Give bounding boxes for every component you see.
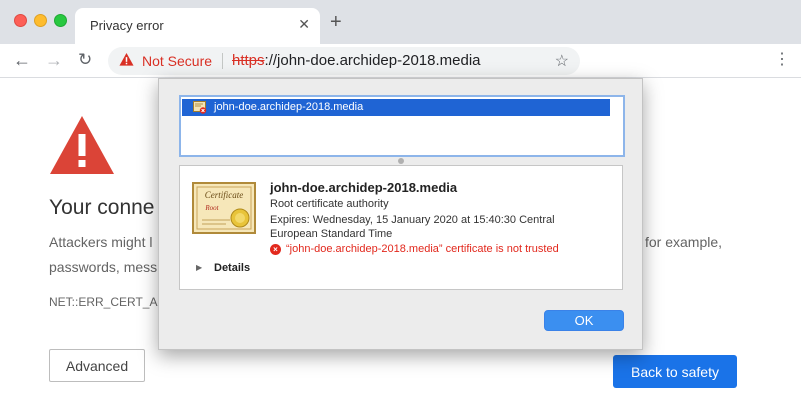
- disclosure-triangle-icon[interactable]: ▶: [196, 263, 202, 272]
- certificate-image-sub: Root: [204, 204, 219, 212]
- error-code: NET::ERR_CERT_A: [49, 295, 158, 309]
- window-minimize-button[interactable]: [34, 14, 47, 27]
- certificate-icon: Certificate Root: [192, 182, 256, 234]
- certificate-error-message: “john-doe.archidep-2018.media” certifica…: [286, 243, 559, 255]
- window-close-button[interactable]: [14, 14, 27, 27]
- error-icon: ×: [270, 244, 281, 255]
- page-title: Your conne: [49, 196, 155, 219]
- browser-window: Privacy error ✕ + ← → ↻ Not Secure https…: [0, 0, 801, 410]
- ok-button[interactable]: OK: [544, 310, 624, 331]
- address-bar[interactable]: Not Secure https://john-doe.archidep-201…: [108, 47, 580, 75]
- page-body-line-2: passwords, mess: [49, 259, 158, 275]
- url-text[interactable]: https://john-doe.archidep-2018.media: [232, 52, 481, 69]
- star-icon[interactable]: ☆: [555, 51, 569, 71]
- certificate-details-panel: Certificate Root john-doe.archidep-2018.…: [179, 165, 623, 290]
- certificate-expiry-line-2: European Standard Time: [270, 228, 393, 240]
- certificate-image-title: Certificate: [205, 190, 244, 200]
- list-item[interactable]: john-doe.archidep-2018.media: [182, 99, 610, 116]
- splitter-handle[interactable]: [398, 158, 404, 164]
- advanced-button[interactable]: Advanced: [49, 349, 145, 382]
- menu-icon[interactable]: ⋮: [774, 49, 790, 71]
- certificate-type: Root certificate authority: [270, 198, 389, 210]
- back-button[interactable]: ←: [13, 50, 31, 70]
- details-toggle[interactable]: Details: [214, 262, 250, 274]
- certificate-name: john-doe.archidep-2018.media: [270, 180, 458, 195]
- back-to-safety-button[interactable]: Back to safety: [613, 355, 737, 388]
- new-tab-button[interactable]: +: [330, 12, 342, 32]
- window-maximize-button[interactable]: [54, 14, 67, 27]
- certificate-expiry-line-1: Expires: Wednesday, 15 January 2020 at 1…: [270, 214, 555, 226]
- certificate-list[interactable]: john-doe.archidep-2018.media: [179, 95, 625, 157]
- address-separator: [222, 53, 223, 69]
- url-scheme: https: [232, 52, 265, 69]
- security-status[interactable]: Not Secure: [142, 53, 212, 69]
- tab-privacy-error[interactable]: Privacy error ✕: [75, 8, 320, 44]
- toolbar: ← → ↻ Not Secure https://john-doe.archid…: [0, 44, 801, 78]
- warning-icon[interactable]: [119, 52, 134, 67]
- forward-button[interactable]: →: [45, 50, 63, 70]
- tab-strip: Privacy error ✕ +: [0, 0, 801, 44]
- url-host: ://john-doe.archidep-2018.media: [264, 52, 481, 69]
- certificate-dialog: john-doe.archidep-2018.media Certificate…: [158, 78, 643, 350]
- page-body-line-1: Attackers might l: [49, 234, 153, 250]
- list-item-label: john-doe.archidep-2018.media: [214, 101, 364, 113]
- tab-title: Privacy error: [90, 18, 164, 33]
- tab-close-icon[interactable]: ✕: [298, 16, 310, 33]
- page-body-continuation: for example,: [645, 234, 723, 250]
- reload-button[interactable]: ↻: [78, 50, 92, 70]
- warning-icon: [50, 116, 114, 174]
- certificate-icon: [193, 101, 207, 114]
